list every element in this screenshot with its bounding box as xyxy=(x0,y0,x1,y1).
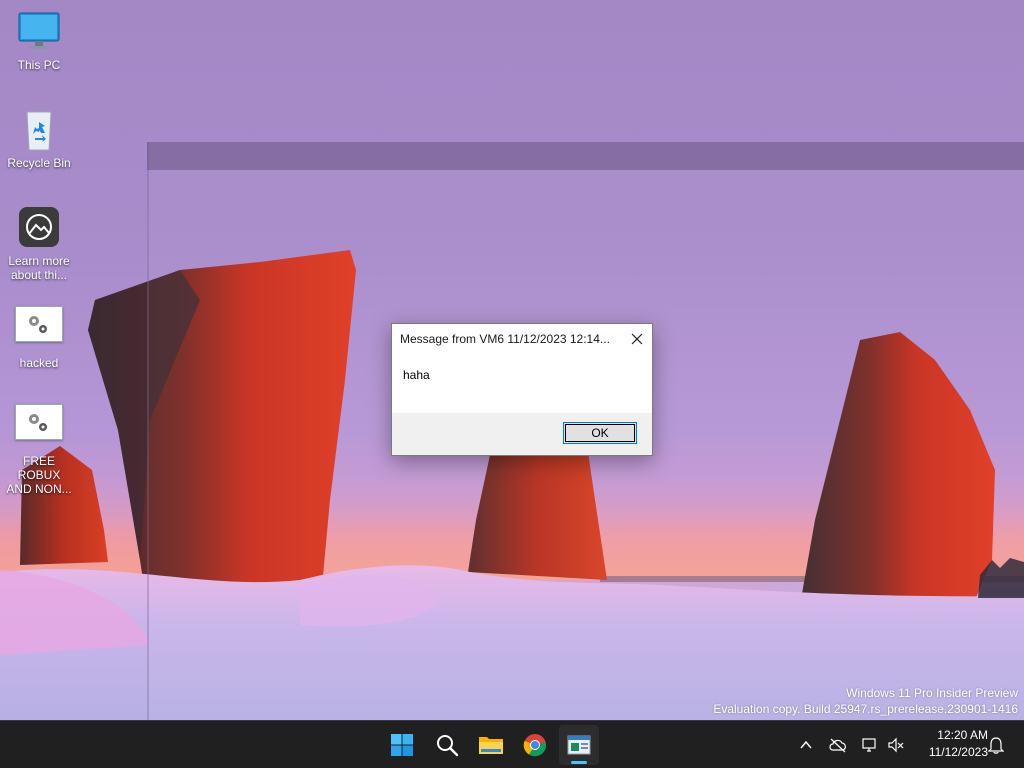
recycle-bin-icon xyxy=(15,108,63,152)
clock-time: 12:20 AM xyxy=(937,728,988,742)
monitor-icon xyxy=(15,10,63,54)
message-app-icon xyxy=(567,735,591,755)
dialog-body: haha xyxy=(392,354,652,412)
desktop-icon-label: This PC xyxy=(17,58,61,72)
system-clock[interactable]: 12:20 AM 11/12/2023 xyxy=(912,727,988,761)
dialog-message: haha xyxy=(403,368,430,382)
taskbar: 12:20 AM 11/12/2023 xyxy=(0,720,1024,768)
onedrive-button[interactable] xyxy=(826,733,850,757)
settings-file-icon xyxy=(15,306,63,342)
file-explorer-icon xyxy=(479,737,503,754)
clock-date: 11/12/2023 xyxy=(928,745,988,759)
desktop-icon-label-line2: about thi... xyxy=(10,268,68,282)
notifications-button[interactable] xyxy=(984,733,1008,757)
message-dialog: Message from VM6 11/12/2023 12:14... hah… xyxy=(391,323,653,456)
desktop-icon-hacked[interactable]: hacked xyxy=(1,302,77,370)
windows-watermark: Windows 11 Pro Insider Preview Evaluatio… xyxy=(713,685,1018,717)
show-hidden-icons-button[interactable] xyxy=(794,733,818,757)
close-button[interactable] xyxy=(622,324,652,354)
file-explorer-button[interactable] xyxy=(471,725,511,765)
volume-muted-icon xyxy=(888,737,904,753)
desktop-icon-recycle-bin[interactable]: Recycle Bin xyxy=(1,108,77,170)
desktop-icon-learn-more[interactable]: Learn more about thi... xyxy=(1,206,77,282)
search-button[interactable] xyxy=(427,725,467,765)
chrome-button[interactable] xyxy=(515,725,555,765)
message-app-button[interactable] xyxy=(559,725,599,765)
desktop-icon-label: Recycle Bin xyxy=(7,156,71,170)
dialog-footer: OK xyxy=(392,413,652,455)
dialog-titlebar[interactable]: Message from VM6 11/12/2023 12:14... xyxy=(392,324,652,354)
settings-file-icon xyxy=(15,404,63,440)
desktop-icon-free-robux[interactable]: FREE ROBUX AND NON... xyxy=(1,400,77,496)
ok-button[interactable]: OK xyxy=(563,422,637,444)
active-app-indicator xyxy=(571,761,587,764)
dialog-title: Message from VM6 11/12/2023 12:14... xyxy=(400,332,610,346)
learn-about-picture-icon xyxy=(15,206,63,250)
notification-bell-icon xyxy=(988,737,1004,754)
desktop-icon-label-line1: FREE ROBUX xyxy=(17,454,61,482)
chrome-icon xyxy=(523,734,547,757)
start-button[interactable] xyxy=(382,725,422,765)
ghost-window-titlebar xyxy=(147,142,1024,170)
cloud-offline-icon xyxy=(829,738,846,753)
start-icon xyxy=(391,734,413,756)
search-icon xyxy=(437,735,459,757)
watermark-line2: Evaluation copy. Build 25947.rs_prerelea… xyxy=(713,702,1018,716)
watermark-line1: Windows 11 Pro Insider Preview xyxy=(846,686,1018,700)
network-button[interactable] xyxy=(858,733,882,757)
desktop-icon-label-line1: Learn more xyxy=(8,254,70,268)
desktop-icon-label-line2: AND NON... xyxy=(6,482,72,496)
network-icon xyxy=(862,738,876,752)
chevron-up-icon xyxy=(800,740,812,749)
desktop-icon-label: hacked xyxy=(19,356,59,370)
volume-button[interactable] xyxy=(884,733,908,757)
close-icon xyxy=(631,333,643,345)
desktop-icon-this-pc[interactable]: This PC xyxy=(1,10,77,72)
